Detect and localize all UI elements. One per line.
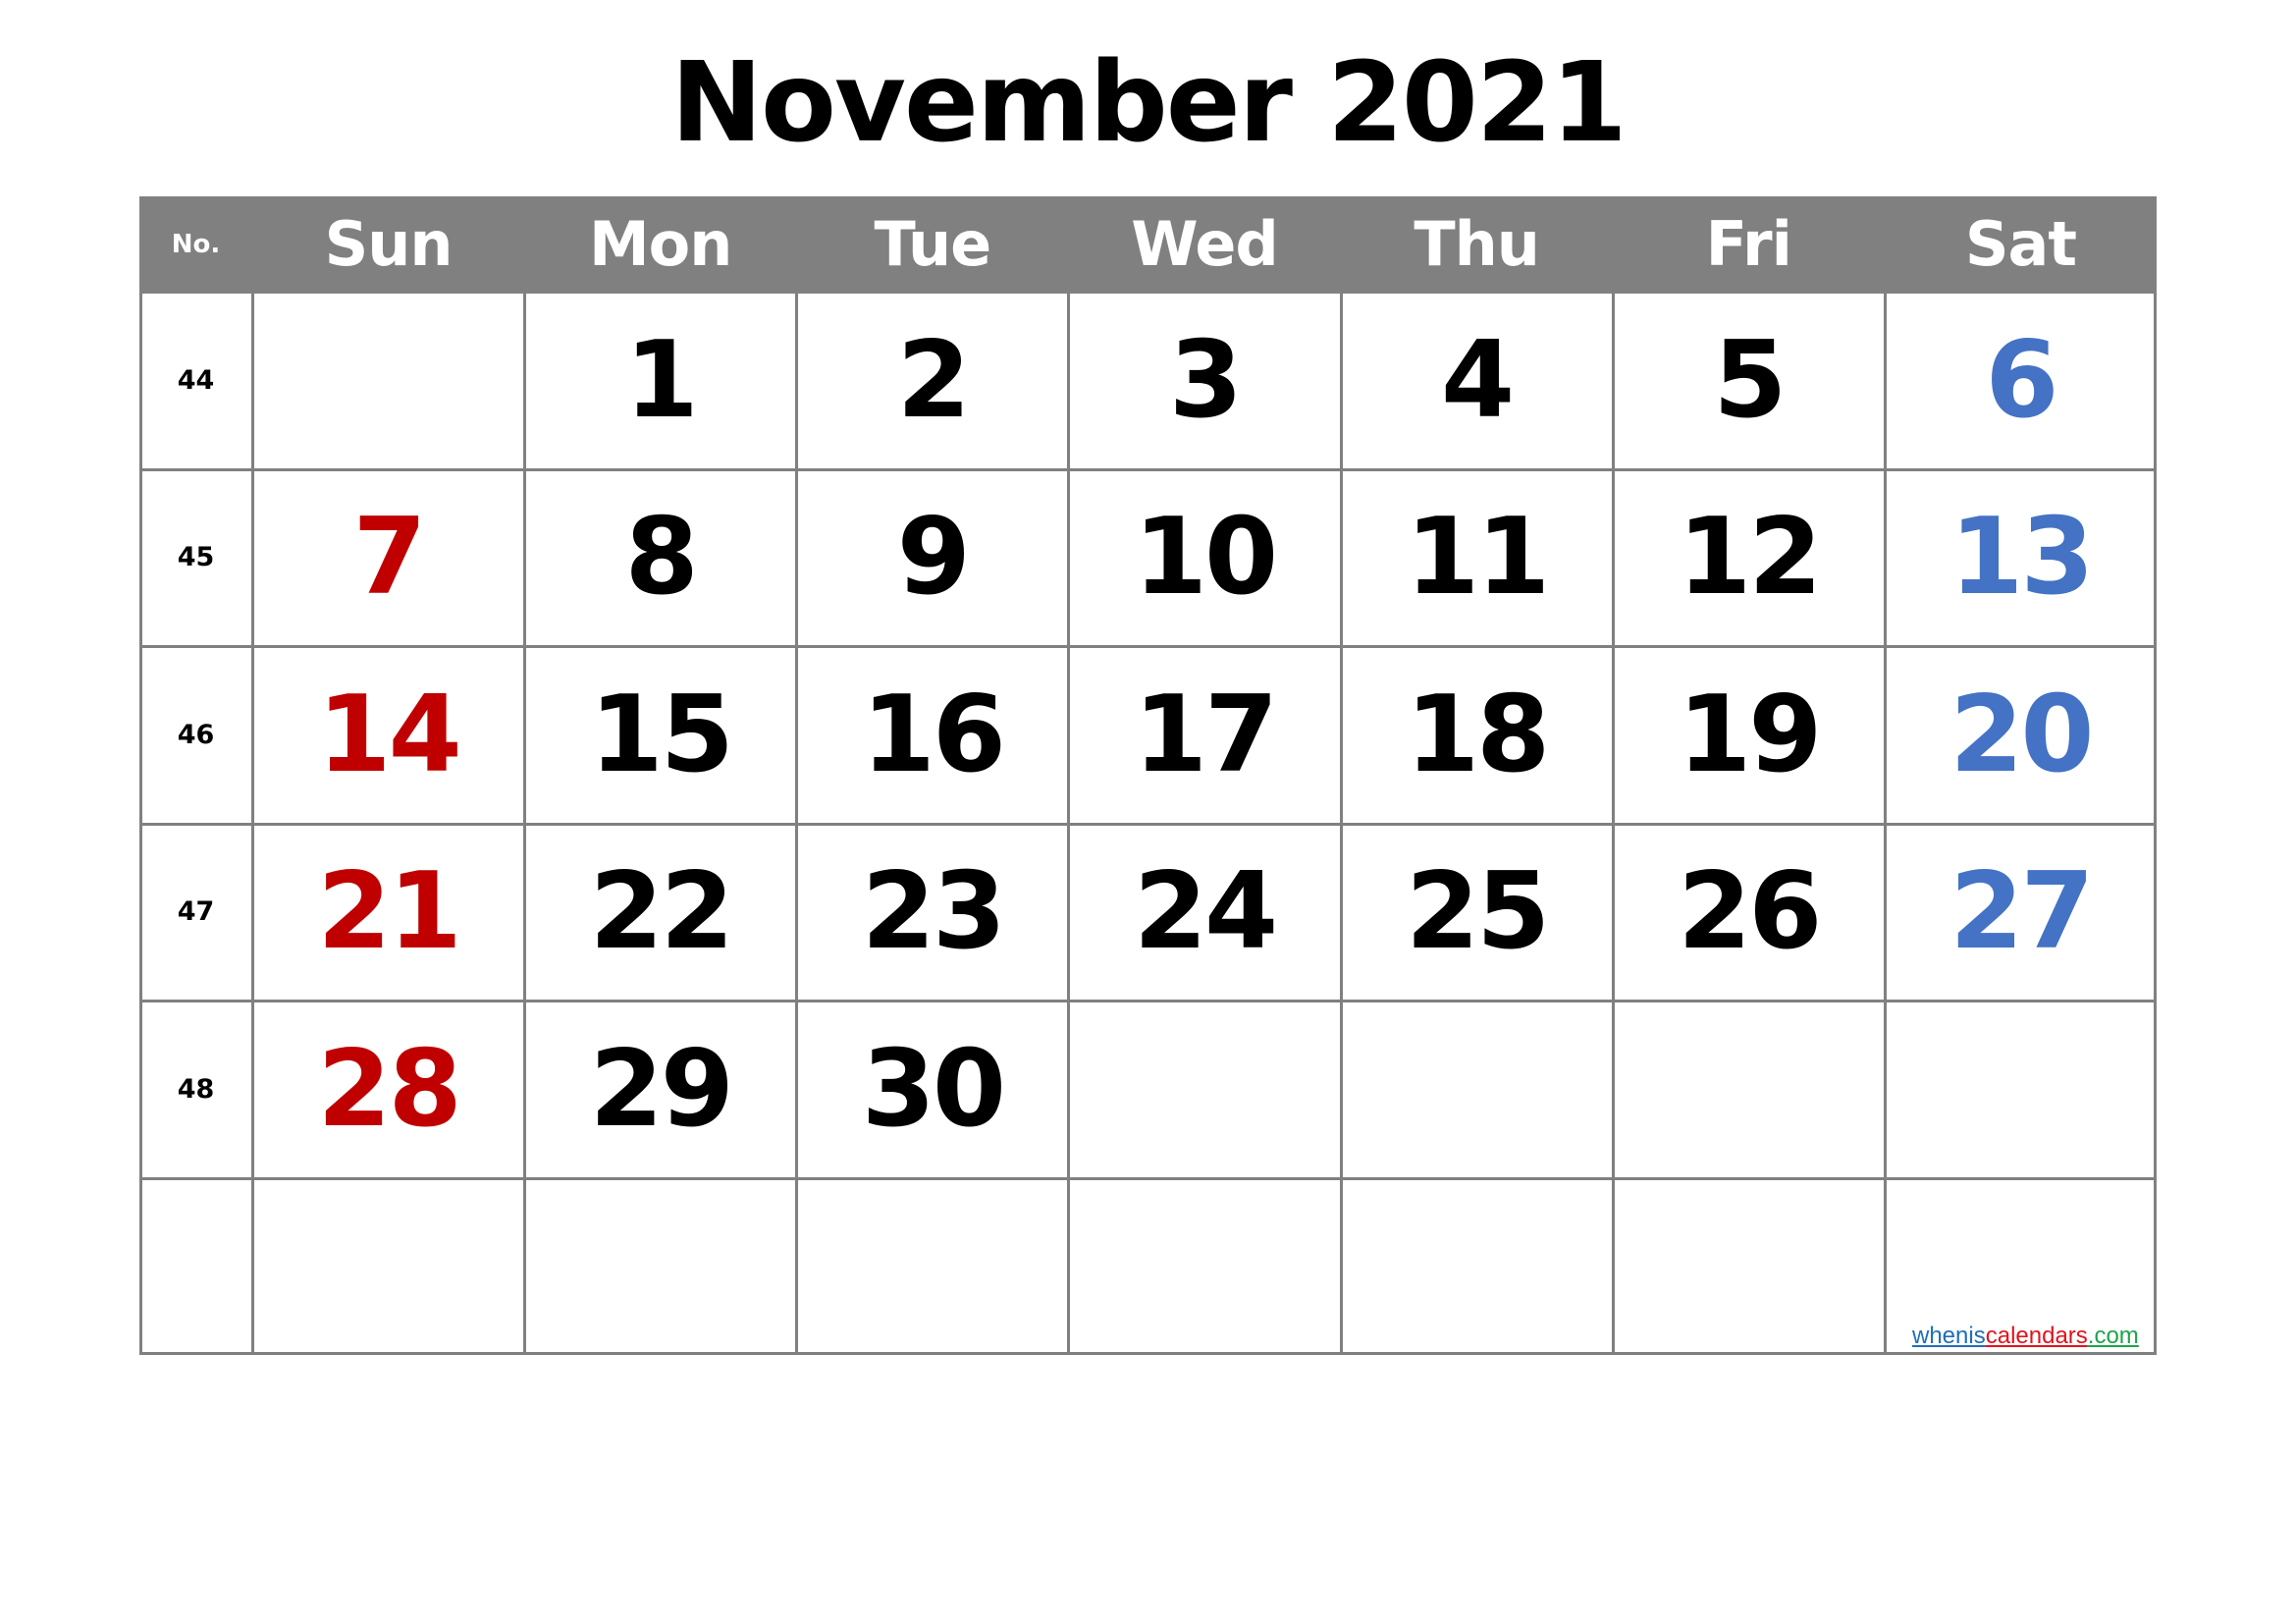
date-cell: 20 [1949, 673, 2094, 796]
date-cell: 2 [896, 318, 971, 442]
date-cell: 10 [1133, 496, 1278, 620]
day-header-mon: Mon [588, 208, 732, 280]
date-cell: 14 [317, 673, 461, 796]
date-cell: 25 [1405, 850, 1550, 974]
date-cell: 12 [1678, 496, 1822, 620]
date-cell: 30 [861, 1027, 1006, 1151]
empty-date-cell [796, 1178, 1068, 1356]
empty-date-cell [1341, 1001, 1613, 1178]
date-cell: 21 [317, 850, 461, 974]
calendar-header-row: No. Sun Mon Tue Wed Thu Fri Sat [139, 196, 2157, 292]
date-cell: 7 [352, 496, 426, 620]
date-cell: 29 [589, 1027, 734, 1151]
date-cell: 23 [861, 850, 1006, 974]
watermark-link[interactable]: wheniscalendars.com [1912, 1324, 2139, 1349]
empty-date-cell [1068, 1001, 1340, 1178]
empty-date-cell [1885, 1001, 2157, 1178]
empty-date-cell [1068, 1178, 1340, 1356]
empty-date-cell [1613, 1001, 1885, 1178]
date-cell: 6 [1985, 318, 2058, 442]
date-cell: 8 [624, 496, 699, 620]
watermark-part[interactable]: whenis [1912, 1323, 1986, 1349]
day-header-sat: Sat [1964, 208, 2077, 280]
date-cell: 5 [1713, 318, 1787, 442]
week-number: 48 [177, 1073, 215, 1105]
date-cell: 1 [624, 318, 699, 442]
week-number: 47 [177, 896, 215, 928]
day-header-sun: Sun [324, 208, 454, 280]
date-cell: 15 [589, 673, 734, 796]
empty-date-cell [524, 1178, 796, 1356]
empty-date-cell [1613, 1178, 1885, 1356]
calendar-grid: No. Sun Mon Tue Wed Thu Fri Sat 44 1 2 3 4 5 6 45 7 8 9 10… [139, 196, 2157, 1355]
date-cell: 19 [1678, 673, 1822, 796]
date-cell: 24 [1133, 850, 1278, 974]
date-cell: 17 [1133, 673, 1278, 796]
day-header-tue: Tue [874, 208, 992, 280]
date-cell: 28 [317, 1027, 461, 1151]
date-cell: 18 [1405, 673, 1550, 796]
day-header-thu: Thu [1414, 208, 1540, 280]
watermark-part[interactable]: .com [2088, 1323, 2139, 1349]
week-number: 44 [177, 364, 215, 396]
watermark-part[interactable]: calendars [1986, 1323, 2088, 1349]
week-number-header: No. [171, 229, 221, 259]
day-header-fri: Fri [1705, 208, 1792, 280]
empty-date-cell [252, 292, 524, 469]
empty-date-cell [1341, 1178, 1613, 1356]
date-cell: 11 [1405, 496, 1550, 620]
date-cell: 27 [1949, 850, 2094, 974]
date-cell: 13 [1949, 496, 2094, 620]
date-cell: 16 [861, 673, 1006, 796]
date-cell: 22 [589, 850, 734, 974]
date-cell: 4 [1441, 318, 1515, 442]
empty-date-cell [252, 1178, 524, 1356]
date-cell: 9 [896, 496, 971, 620]
week-number: 45 [177, 542, 215, 573]
day-header-wed: Wed [1131, 208, 1279, 280]
week-number [139, 1178, 252, 1356]
date-cell: 26 [1678, 850, 1822, 974]
calendar-title: November 2021 [670, 39, 1627, 167]
date-cell: 3 [1168, 318, 1243, 442]
week-number: 46 [177, 719, 215, 750]
